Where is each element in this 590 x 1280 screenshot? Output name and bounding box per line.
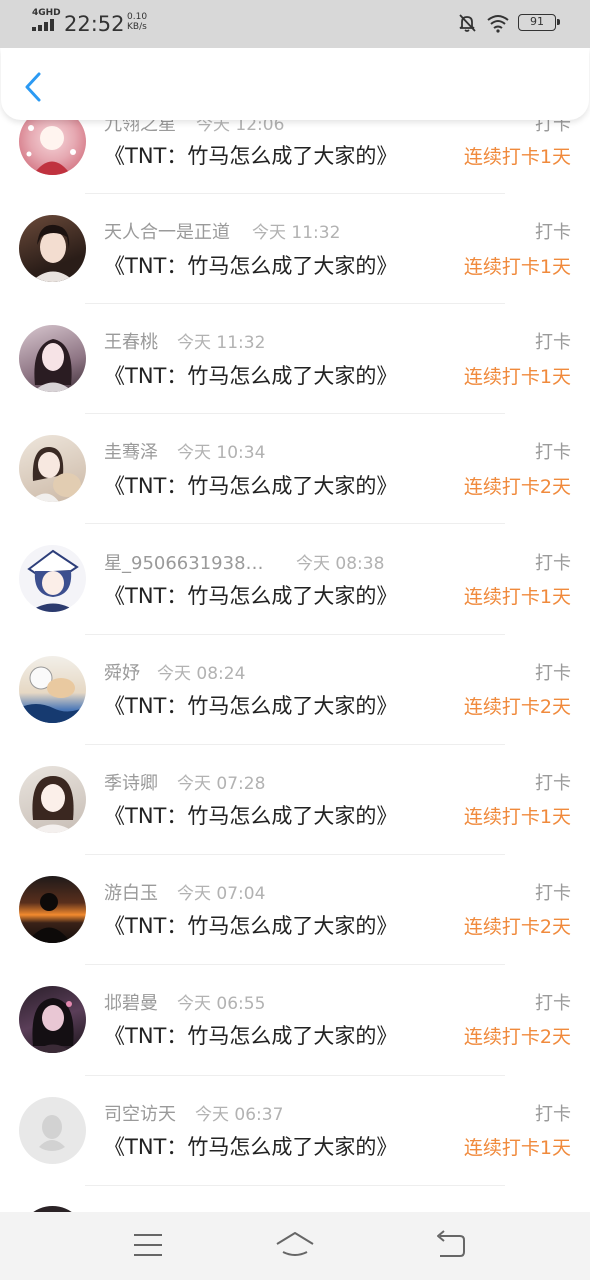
book-title[interactable]: 《TNT：竹马怎么成了大家的》 — [104, 583, 397, 609]
list-item[interactable]: 天人合一是正道 今天 11:32 打卡 《TNT：竹马怎么成了大家的》 连续打卡… — [0, 214, 590, 324]
streak-label: 连续打卡1天 — [463, 806, 571, 828]
home-icon — [276, 1232, 314, 1256]
list-item[interactable]: 司空访天 今天 06:37 打卡 《TNT：竹马怎么成了大家的》 连续打卡1天 — [0, 1096, 590, 1206]
row-divider — [85, 193, 505, 194]
row-divider — [85, 413, 505, 414]
avatar[interactable] — [19, 435, 86, 502]
list-item[interactable]: 王春桃 今天 11:32 打卡 《TNT：竹马怎么成了大家的》 连续打卡1天 — [0, 324, 590, 434]
avatar[interactable] — [19, 215, 86, 282]
checkin-type: 打卡 — [535, 993, 571, 1014]
top-bar — [1, 48, 589, 120]
book-title[interactable]: 《TNT：竹马怎么成了大家的》 — [104, 913, 397, 939]
back-arrow-icon — [437, 1230, 465, 1257]
row-divider — [85, 744, 505, 745]
checkin-type: 打卡 — [535, 663, 571, 684]
row-divider — [85, 303, 505, 304]
book-title[interactable]: 《TNT：竹马怎么成了大家的》 — [104, 473, 397, 499]
checkin-type: 打卡 — [535, 1104, 571, 1125]
row-divider — [85, 634, 505, 635]
list-item[interactable]: 星_9506631938… 今天 08:38 打卡 《TNT：竹马怎么成了大家的… — [0, 545, 590, 655]
status-bar: 4GHD 22:52 0.10 KB/s 91 — [0, 0, 590, 48]
mute-bell-icon — [459, 14, 476, 32]
avatar[interactable] — [19, 876, 86, 943]
wifi-icon — [487, 15, 509, 33]
checkin-type: 打卡 — [535, 883, 571, 904]
checkin-type: 打卡 — [535, 553, 571, 574]
book-title[interactable]: 《TNT：竹马怎么成了大家的》 — [104, 803, 397, 829]
user-name: 司空访天 — [104, 1104, 176, 1125]
user-name: 舜妤 — [104, 663, 140, 684]
network-speed: 0.10 KB/s — [127, 12, 147, 32]
checkin-time: 今天 06:55 — [177, 994, 266, 1014]
checkin-list[interactable]: 九翎之星 今天 12:06 打卡 《TNT：竹马怎么成了大家的》 连续打卡1天 … — [0, 0, 590, 1212]
signal-icon — [32, 19, 58, 31]
list-item[interactable]: 圭骞泽 今天 10:34 打卡 《TNT：竹马怎么成了大家的》 连续打卡2天 — [0, 434, 590, 544]
chevron-left-icon — [25, 72, 41, 102]
book-title[interactable]: 《TNT：竹马怎么成了大家的》 — [104, 693, 397, 719]
avatar[interactable] — [19, 656, 86, 723]
checkin-time: 今天 08:24 — [157, 664, 246, 684]
checkin-time: 今天 11:32 — [177, 333, 266, 353]
list-item[interactable]: 舜妤 今天 08:24 打卡 《TNT：竹马怎么成了大家的》 连续打卡2天 — [0, 655, 590, 765]
checkin-time: 今天 10:34 — [177, 443, 266, 463]
avatar[interactable] — [19, 545, 86, 612]
list-item[interactable]: 游白玉 今天 07:04 打卡 《TNT：竹马怎么成了大家的》 连续打卡2天 — [0, 875, 590, 985]
system-nav-bar — [0, 1212, 590, 1280]
checkin-time: 今天 11:32 — [252, 223, 341, 243]
book-title[interactable]: 《TNT：竹马怎么成了大家的》 — [104, 253, 397, 279]
streak-label: 连续打卡1天 — [463, 146, 571, 168]
back-button[interactable] — [19, 70, 49, 104]
checkin-type: 打卡 — [535, 773, 571, 794]
list-item[interactable]: 九翎之星 今天 12:06 打卡 《TNT：竹马怎么成了大家的》 连续打卡1天 — [0, 104, 590, 214]
row-divider — [85, 1185, 505, 1186]
clock: 22:52 — [64, 12, 125, 36]
list-item[interactable]: 邶碧曼 今天 06:55 打卡 《TNT：竹马怎么成了大家的》 连续打卡2天 — [0, 986, 590, 1096]
streak-label: 连续打卡2天 — [463, 696, 571, 718]
speed-value: 0.10 — [127, 12, 148, 22]
avatar[interactable] — [19, 1097, 86, 1164]
book-title[interactable]: 《TNT：竹马怎么成了大家的》 — [104, 363, 397, 389]
speed-unit: KB/s — [127, 22, 147, 32]
checkin-type: 打卡 — [535, 442, 571, 463]
checkin-time: 今天 08:38 — [296, 554, 385, 574]
checkin-type: 打卡 — [535, 222, 571, 243]
streak-label: 连续打卡2天 — [463, 476, 571, 498]
user-name: 星_9506631938… — [104, 553, 264, 574]
book-title[interactable]: 《TNT：竹马怎么成了大家的》 — [104, 1023, 397, 1049]
menu-button[interactable] — [128, 1228, 168, 1262]
streak-label: 连续打卡1天 — [463, 256, 571, 278]
row-divider — [85, 1075, 505, 1076]
user-name: 游白玉 — [104, 883, 158, 904]
avatar[interactable] — [19, 766, 86, 833]
network-type: 4GHD — [32, 8, 61, 18]
streak-label: 连续打卡1天 — [463, 586, 571, 608]
menu-icon — [134, 1234, 162, 1256]
checkin-time: 今天 07:28 — [177, 774, 266, 794]
streak-label: 连续打卡2天 — [463, 1026, 571, 1048]
user-name: 王春桃 — [104, 332, 158, 353]
checkin-time: 今天 06:37 — [195, 1105, 284, 1125]
row-divider — [85, 523, 505, 524]
streak-label: 连续打卡1天 — [463, 1137, 571, 1159]
book-title[interactable]: 《TNT：竹马怎么成了大家的》 — [104, 1134, 397, 1160]
battery-icon: 91 — [518, 14, 560, 31]
user-name: 天人合一是正道 — [104, 222, 230, 243]
user-name: 圭骞泽 — [104, 442, 158, 463]
book-title[interactable]: 《TNT：竹马怎么成了大家的》 — [104, 143, 397, 169]
avatar[interactable] — [19, 325, 86, 392]
user-name: 邶碧曼 — [104, 993, 158, 1014]
row-divider — [85, 964, 505, 965]
list-item[interactable]: 季诗卿 今天 07:28 打卡 《TNT：竹马怎么成了大家的》 连续打卡1天 — [0, 765, 590, 875]
checkin-type: 打卡 — [535, 332, 571, 353]
user-name: 季诗卿 — [104, 773, 158, 794]
back-nav-button[interactable] — [430, 1228, 470, 1262]
battery-level: 91 — [530, 15, 544, 28]
home-button[interactable] — [275, 1228, 315, 1262]
row-divider — [85, 854, 505, 855]
streak-label: 连续打卡1天 — [463, 366, 571, 388]
checkin-time: 今天 07:04 — [177, 884, 266, 904]
streak-label: 连续打卡2天 — [463, 916, 571, 938]
avatar[interactable] — [19, 986, 86, 1053]
